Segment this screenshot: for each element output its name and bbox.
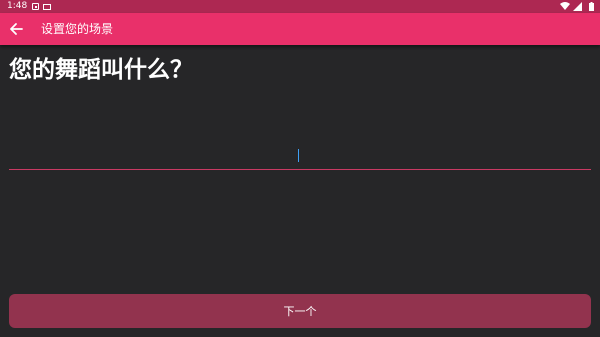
- wifi-icon: [560, 2, 570, 10]
- app-bar: 设置您的场景: [0, 13, 600, 45]
- arrow-left-icon[interactable]: [7, 20, 25, 38]
- next-button[interactable]: 下一个: [9, 294, 591, 328]
- dance-name-input[interactable]: [9, 140, 591, 170]
- battery-icon: [589, 2, 594, 11]
- notification-icon: [32, 3, 39, 10]
- status-bar: 1:48: [0, 0, 600, 13]
- question-heading: 您的舞蹈叫什么？: [9, 57, 193, 83]
- text-cursor: [298, 149, 299, 162]
- status-time: 1:48: [7, 1, 28, 11]
- signal-icon: [573, 2, 582, 11]
- page-title: 设置您的场景: [41, 22, 114, 36]
- keyboard-icon: [43, 4, 51, 10]
